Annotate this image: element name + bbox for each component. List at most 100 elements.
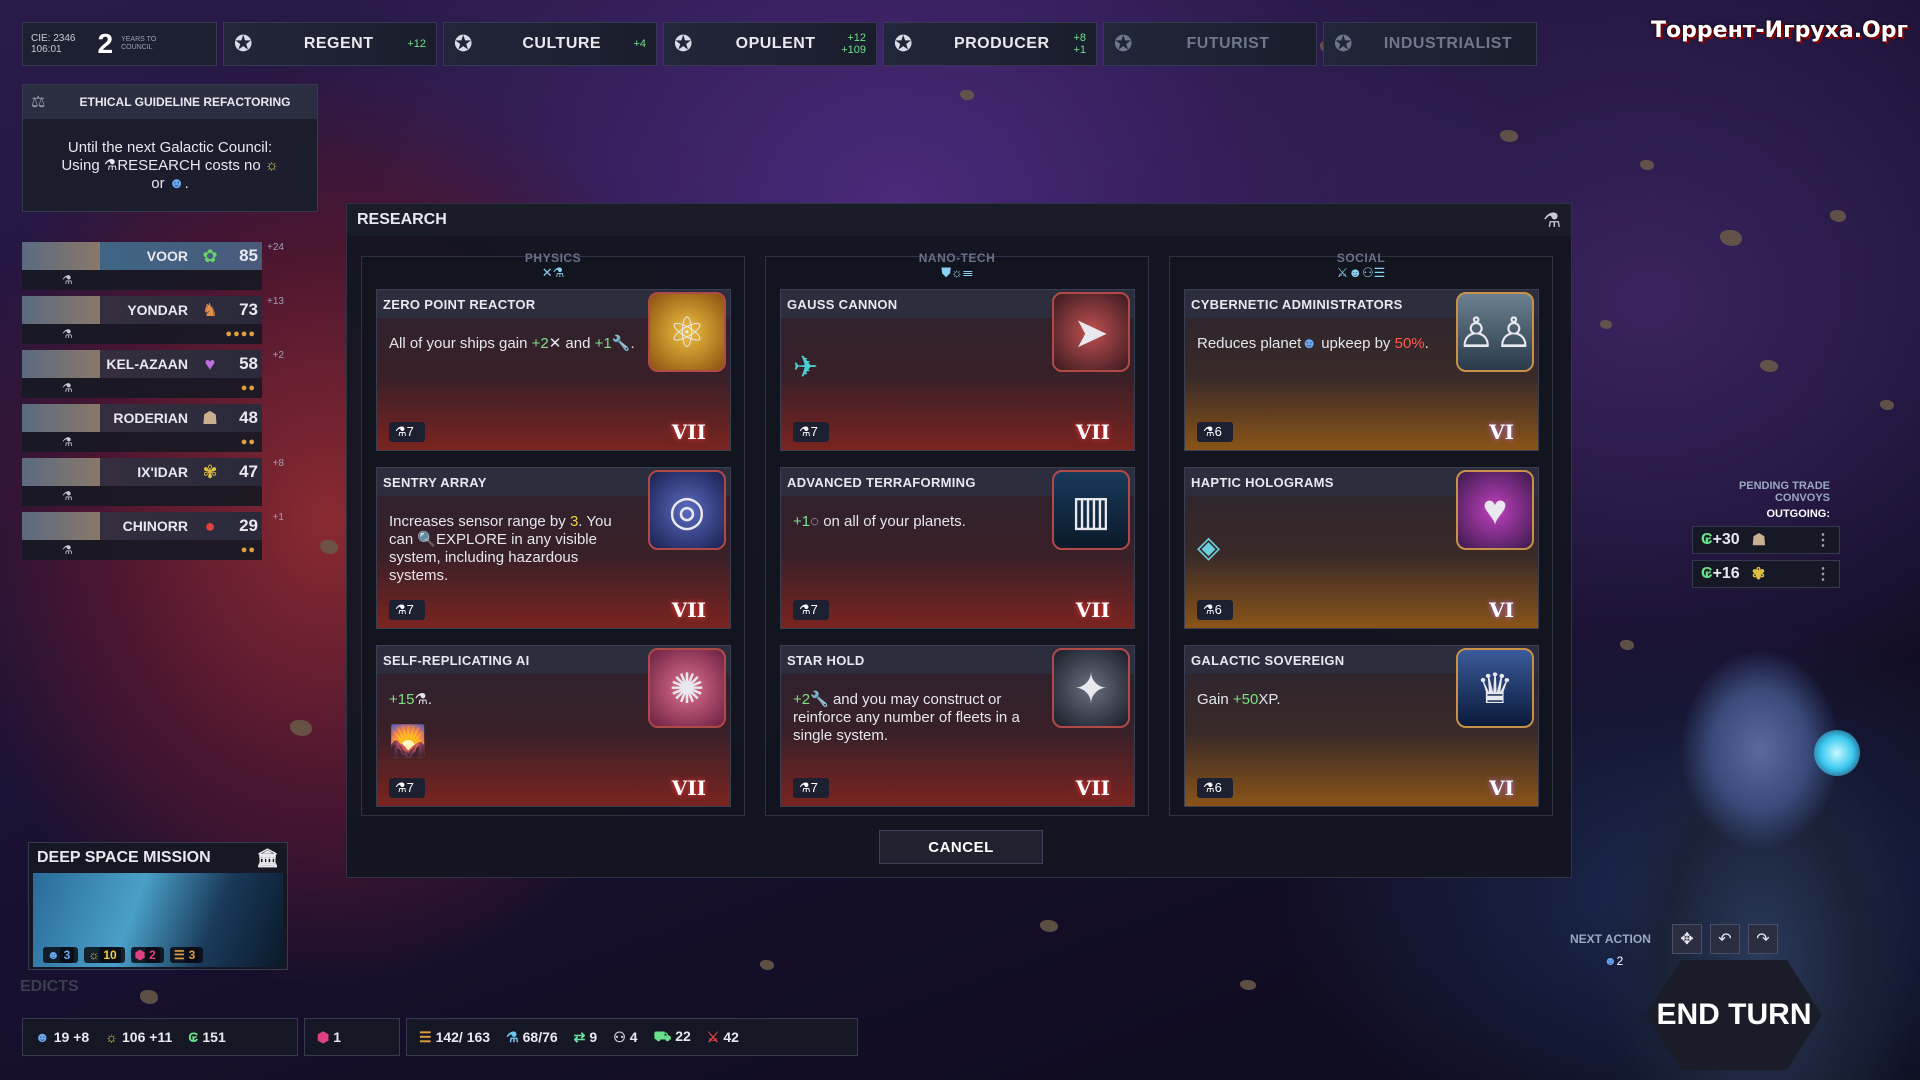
next-action-buttons: ✥ ↶ ↷ <box>1672 924 1778 954</box>
mission-badges: ☻ 3 ☼ 10 ⬢ 2 ☰ 3 <box>43 947 204 963</box>
undo-icon[interactable]: ↶ <box>1710 924 1740 954</box>
flask-icon: ⚗ <box>62 273 73 287</box>
column-icons: ✕⚗ <box>541 265 565 280</box>
research-card-haptic-holograms[interactable]: HAPTIC HOLOGRAMS ♥ ◈ ⚗6 VI <box>1184 467 1539 629</box>
empire-emblem-icon: ✿ <box>202 245 218 266</box>
card-cost: ⚗7 <box>389 778 425 798</box>
weapons-resource[interactable]: ⚔ 42 <box>707 1029 739 1046</box>
card-cost: ⚗7 <box>793 422 829 442</box>
column-label: NANO-TECH <box>918 251 996 265</box>
mission-title: DEEP SPACE MISSION <box>37 849 211 866</box>
guideline-header: ⚖ ETHICAL GUIDELINE REFACTORING <box>23 85 317 119</box>
population-resource[interactable]: ☻ 19 +8 <box>35 1029 89 1045</box>
empire-delta: +13 <box>267 296 284 307</box>
card-cost: ⚗6 <box>1197 422 1233 442</box>
council-timer[interactable]: CIE: 2346 106:01 2 YEARS TO COUNCIL <box>22 22 217 66</box>
empire-score: 29 <box>239 516 258 535</box>
column-label: SOCIAL <box>1336 251 1386 265</box>
guideline-body: Until the next Galactic Council: Using ⚗… <box>61 139 279 192</box>
trait-culture[interactable]: ✪ CULTURE +4 <box>443 22 657 66</box>
empire-name: RODERIAN <box>113 410 188 426</box>
military-resource[interactable]: ⚇ 4 <box>613 1029 637 1046</box>
empire-row[interactable]: RODERIAN ☗ 48 ⚗ ●● <box>22 404 262 452</box>
empire-row[interactable]: CHINORR ● 29 +1 ⚗ ●● <box>22 512 284 560</box>
research-card-self-replicating-ai[interactable]: SELF-REPLICATING AI ✺ +15⚗. 🌄 ⚗7 VII <box>376 645 731 807</box>
empire-row[interactable]: KEL-AZAAN ♥ 58 +2 ⚗ ●● <box>22 350 284 398</box>
nanotech-column: NANO-TECH ⛊☼☰ GAUSS CANNON ➤ ✈ ⚗7 VII AD… <box>765 251 1149 816</box>
bottom-resource-bar: ☻ 19 +8 ☼ 106 +11 ₢ 151 ⬢ 1 ☰ 142/ 163 ⚗ 68/76… <box>22 1018 858 1056</box>
resource-icons: ●● <box>240 544 256 556</box>
trait-delta: +12 <box>407 38 426 50</box>
building-icon: 🏛 <box>256 847 279 868</box>
trait-regent[interactable]: ✪ REGENT +12 <box>223 22 437 66</box>
empire-emblem-icon: ♥ <box>204 353 216 374</box>
research-card-star-hold[interactable]: STAR HOLD ✦ +2🔧 and you may construct or… <box>780 645 1135 807</box>
trait-producer[interactable]: ✪ PRODUCER +8 +1 <box>883 22 1097 66</box>
trade-row[interactable]: ₢ +16 ✾ ⋮ <box>1692 560 1840 588</box>
sovereign-icon: ♛ <box>1456 648 1534 728</box>
cancel-button[interactable]: CANCEL <box>879 830 1043 864</box>
more-icon[interactable]: ⋮ <box>1815 564 1831 584</box>
trade-title: PENDING TRADE CONVOYS <box>1738 480 1830 504</box>
column-icons: ⛊☼☰ <box>941 265 973 280</box>
special-resource[interactable]: ⬢ 1 <box>317 1029 341 1046</box>
star-icon: ✪ <box>894 31 913 56</box>
years-to-council: 2 <box>97 28 114 59</box>
research-card-cybernetic-administrators[interactable]: CYBERNETIC ADMINISTRATORS ♙♙ Reduces pla… <box>1184 289 1539 451</box>
trait-futurist[interactable]: ✪ FUTURIST <box>1103 22 1317 66</box>
trait-industrialist[interactable]: ✪ INDUSTRIALIST <box>1323 22 1537 66</box>
research-resource[interactable]: ⚗ 68/76 <box>506 1029 558 1046</box>
card-cost: ⚗7 <box>389 422 425 442</box>
hologram-icon: ♥ <box>1456 470 1534 550</box>
empire-list: VOOR ✿ 85 +24 ⚗ YONDAR ♞ 73 +13 ⚗ ●●●● KE… <box>22 242 284 566</box>
empire-row[interactable]: VOOR ✿ 85 +24 ⚗ <box>22 242 284 290</box>
credits-resource[interactable]: ₢ 151 <box>188 1029 225 1045</box>
research-card-galactic-sovereign[interactable]: GALACTIC SOVEREIGN ♛ Gain +50XP. ⚗6 VI <box>1184 645 1539 807</box>
move-icon[interactable]: ✥ <box>1672 924 1702 954</box>
empire-portrait <box>22 458 100 486</box>
guideline-panel[interactable]: ⚖ ETHICAL GUIDELINE REFACTORING Until th… <box>22 84 318 212</box>
trade-resource[interactable]: ⇄ 9 <box>574 1029 598 1046</box>
influence-icon: ☼ <box>264 157 279 174</box>
trait-name: REGENT <box>303 35 374 52</box>
column-label: PHYSICS <box>524 251 582 265</box>
empire-name: YONDAR <box>127 302 188 318</box>
research-card-zero-point-reactor[interactable]: ZERO POINT REACTOR ⚛ All of your ships g… <box>376 289 731 451</box>
empire-name: VOOR <box>146 248 188 264</box>
empire-portrait <box>22 350 100 378</box>
empire-row[interactable]: YONDAR ♞ 73 +13 ⚗ ●●●● <box>22 296 284 344</box>
empire-emblem-icon: ♞ <box>201 299 219 320</box>
trait-opulent[interactable]: ✪ OPULENT +12 +109 <box>663 22 877 66</box>
empire-score: 85 <box>239 246 258 265</box>
supply-resource[interactable]: ⛟ 22 <box>654 1028 691 1047</box>
redo-icon[interactable]: ↷ <box>1748 924 1778 954</box>
card-tier: VII <box>671 598 706 622</box>
more-icon[interactable]: ⋮ <box>1815 530 1831 550</box>
cannon-icon: ➤ <box>1052 292 1130 372</box>
edicts-label[interactable]: EDICTS <box>20 978 79 996</box>
deep-space-mission-panel[interactable]: DEEP SPACE MISSION 🏛 ☻ 3 ☼ 10 ⬢ 2 ☰ 3 <box>28 842 288 970</box>
resource-icons: ●●●● <box>225 328 256 340</box>
trait-name: CULTURE <box>522 35 602 52</box>
reactor-icon: ⚛ <box>648 292 726 372</box>
card-description: Reduces planet☻ upkeep by 50%. <box>1197 335 1429 352</box>
research-card-advanced-terraforming[interactable]: ADVANCED TERRAFORMING ▥ +1◌ on all of yo… <box>780 467 1135 629</box>
research-card-sentry-array[interactable]: SENTRY ARRAY ◎ Increases sensor range by… <box>376 467 731 629</box>
research-card-gauss-cannon[interactable]: GAUSS CANNON ➤ ✈ ⚗7 VII <box>780 289 1135 451</box>
trade-row[interactable]: ₢ +30 ☗ ⋮ <box>1692 526 1840 554</box>
hologram-projector-icon: ◈ <box>1197 531 1221 564</box>
empire-delta: +8 <box>272 458 284 469</box>
production-resource[interactable]: ☰ 142/ 163 <box>419 1029 490 1046</box>
pending-trade-panel: PENDING TRADE CONVOYS OUTGOING: ₢ +30 ☗ ⋮… <box>1692 480 1840 588</box>
end-turn-button[interactable]: END TURN <box>1646 960 1822 1070</box>
empire-name: KEL-AZAAN <box>106 356 188 372</box>
influence-resource[interactable]: ☼ 106 +11 <box>105 1029 172 1045</box>
card-description: All of your ships gain +2✕ and +1🔧. <box>389 335 635 352</box>
empire-name: CHINORR <box>122 518 188 534</box>
empire-row[interactable]: IX'IDAR ✾ 47 +8 ⚗ <box>22 458 284 506</box>
starship-icon: ✦ <box>1052 648 1130 728</box>
physics-column: PHYSICS ✕⚗ ZERO POINT REACTOR ⚛ All of y… <box>361 251 745 816</box>
resource-group-main: ☻ 19 +8 ☼ 106 +11 ₢ 151 <box>22 1018 298 1056</box>
empire-score: 73 <box>239 300 258 319</box>
empire-emblem-icon: ☗ <box>1751 532 1767 549</box>
